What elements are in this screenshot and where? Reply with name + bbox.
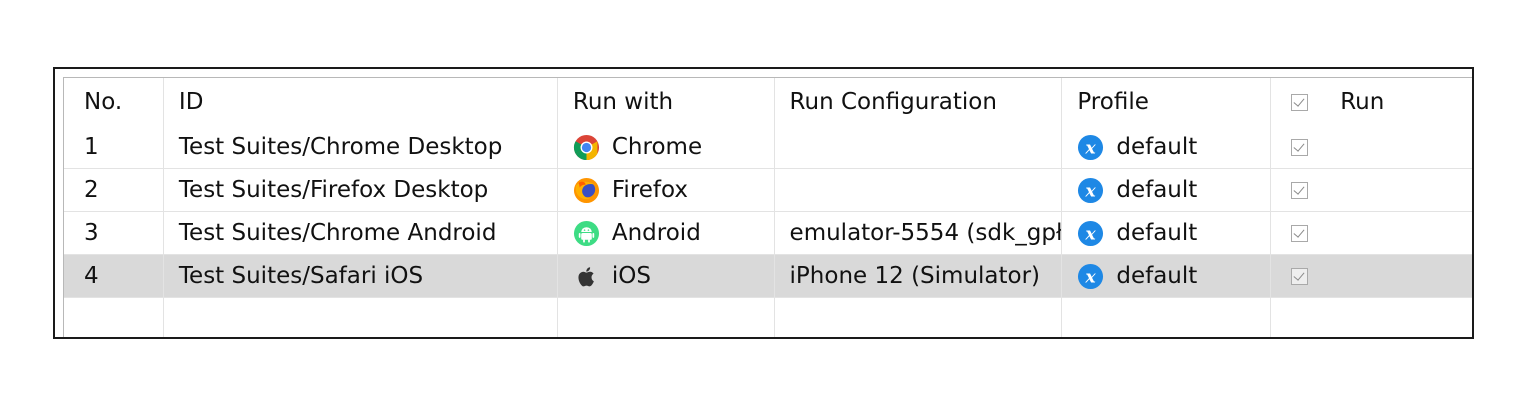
column-header-run-configuration[interactable]: Run Configuration [775, 78, 1063, 126]
column-header-run[interactable]: Run [1271, 78, 1472, 126]
profile-x-icon: x [1077, 220, 1104, 247]
profile-label: default [1116, 263, 1198, 289]
empty-cell [64, 298, 164, 337]
firefox-icon [573, 177, 600, 204]
run-checkbox-cell[interactable] [1271, 255, 1472, 297]
profile-cell[interactable]: x default [1062, 169, 1272, 211]
row-number: 4 [64, 255, 164, 297]
run-with-label: Android [611, 220, 701, 246]
profile-label: default [1116, 220, 1198, 246]
column-header-id[interactable]: ID [164, 78, 558, 126]
test-suite-table-panel: No. ID Run with Run Configuration Profil… [53, 67, 1474, 339]
chrome-icon [573, 134, 600, 161]
run-checkbox[interactable] [1291, 181, 1309, 199]
test-suite-id: Test Suites/Chrome Android [164, 212, 558, 254]
column-header-run-label: Run [1340, 89, 1385, 115]
row-number: 3 [64, 212, 164, 254]
run-with-label: iOS [611, 263, 651, 289]
profile-x-icon: x [1077, 263, 1104, 290]
row-number: 1 [64, 126, 164, 168]
test-suite-table: No. ID Run with Run Configuration Profil… [64, 78, 1472, 337]
run-checkbox[interactable] [1291, 267, 1309, 285]
test-suite-id: Test Suites/Chrome Desktop [164, 126, 558, 168]
profile-cell[interactable]: x default [1062, 212, 1272, 254]
run-configuration-cell[interactable] [775, 169, 1063, 211]
column-header-profile[interactable]: Profile [1062, 78, 1272, 126]
table-row[interactable]: 2 Test Suites/Firefox Desktop Firefox x … [64, 169, 1472, 212]
run-checkbox-cell[interactable] [1271, 126, 1472, 168]
column-header-no[interactable]: No. [64, 78, 164, 126]
table-row[interactable]: 3 Test Suites/Chrome Android Android emu… [64, 212, 1472, 255]
run-all-checkbox[interactable] [1291, 93, 1309, 111]
run-with-cell[interactable]: Android [558, 212, 775, 254]
run-configuration-cell[interactable]: iPhone 12 (Simulator) [775, 255, 1063, 297]
run-with-cell[interactable]: iOS [558, 255, 775, 297]
empty-cell [558, 298, 775, 337]
profile-label: default [1116, 177, 1198, 203]
run-checkbox[interactable] [1291, 224, 1309, 242]
run-with-cell[interactable]: Firefox [558, 169, 775, 211]
run-configuration-cell[interactable] [775, 126, 1063, 168]
run-with-label: Chrome [611, 134, 703, 160]
table-empty-row [64, 298, 1472, 337]
run-with-label: Firefox [611, 177, 688, 203]
profile-x-icon: x [1077, 177, 1104, 204]
table-row[interactable]: 1 Test Suites/Chrome Desktop Chrome x de… [64, 126, 1472, 169]
test-suite-id: Test Suites/Safari iOS [164, 255, 558, 297]
run-checkbox-cell[interactable] [1271, 212, 1472, 254]
profile-cell[interactable]: x default [1062, 126, 1272, 168]
profile-cell[interactable]: x default [1062, 255, 1272, 297]
svg-text:x: x [1085, 181, 1097, 201]
svg-text:x: x [1085, 138, 1097, 158]
run-checkbox[interactable] [1291, 138, 1309, 156]
empty-cell [775, 298, 1063, 337]
column-header-run-with[interactable]: Run with [558, 78, 775, 126]
row-number: 2 [64, 169, 164, 211]
run-checkbox-cell[interactable] [1271, 169, 1472, 211]
profile-label: default [1116, 134, 1198, 160]
table-row-selected[interactable]: 4 Test Suites/Safari iOS iOS iPhone 12 (… [64, 255, 1472, 298]
run-configuration-cell[interactable]: emulator-5554 (sdk_gpł [775, 212, 1063, 254]
apple-icon [573, 263, 600, 290]
run-with-cell[interactable]: Chrome [558, 126, 775, 168]
table-header-row: No. ID Run with Run Configuration Profil… [64, 78, 1472, 126]
table-viewport: No. ID Run with Run Configuration Profil… [63, 77, 1472, 337]
empty-cell [164, 298, 558, 337]
profile-x-icon: x [1077, 134, 1104, 161]
svg-text:x: x [1085, 224, 1097, 244]
android-icon [573, 220, 600, 247]
empty-cell [1062, 298, 1272, 337]
svg-text:x: x [1085, 267, 1097, 287]
empty-cell [1271, 298, 1472, 337]
test-suite-id: Test Suites/Firefox Desktop [164, 169, 558, 211]
